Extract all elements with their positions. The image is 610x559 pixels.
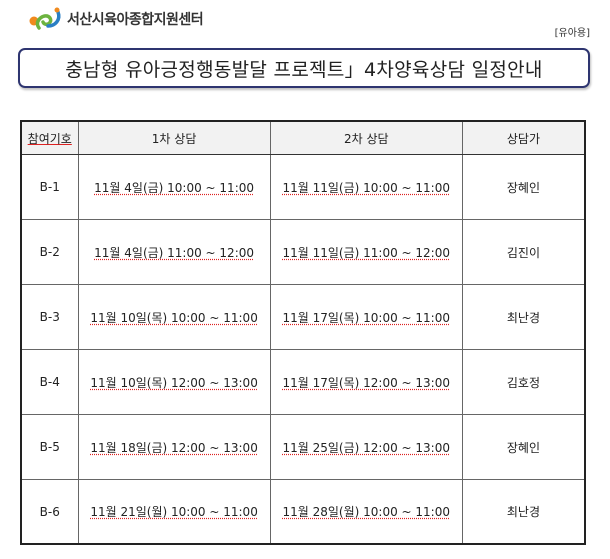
logo-mark-icon [29,7,61,30]
second-session-time: 11월 28일(월) 10:00 ~ 11:00 [269,479,463,545]
participant-id: B-4 [20,349,79,415]
counselor-name: 장혜인 [461,154,586,220]
first-session-time: 11월 4일(금) 11:00 ~ 12:00 [77,219,271,285]
schedule-table: 참여기호 1차 상담 2차 상담 상담가 B-1 11월 4일(금) 10:00… [20,120,586,545]
title-box: 충남형 유아긍정행동발달 프로젝트」4차양육상담 일정안내 [18,48,590,88]
header-participant-id: 참여기호 [20,120,79,155]
page-title: 충남형 유아긍정행동발달 프로젝트」4차양육상담 일정안내 [65,58,543,81]
first-session-time: 11월 18일(금) 12:00 ~ 13:00 [77,414,271,480]
table-row: B-4 11월 10일(목) 12:00 ~ 13:00 11월 17일(목) … [20,349,586,415]
header-counselor: 상담가 [461,120,586,155]
second-session-time: 11월 25일(금) 12:00 ~ 13:00 [269,414,463,480]
first-session-time: 11월 10일(목) 12:00 ~ 13:00 [77,349,271,415]
header-first-session: 1차 상담 [77,120,271,155]
participant-id: B-3 [20,284,79,350]
first-session-time: 11월 4일(금) 10:00 ~ 11:00 [77,154,271,220]
second-session-time: 11월 17일(목) 12:00 ~ 13:00 [269,349,463,415]
table-row: B-6 11월 21일(월) 10:00 ~ 11:00 11월 28일(월) … [20,479,586,545]
audience-tag: [유아용] [554,28,590,39]
counselor-name: 최난경 [461,479,586,545]
counselor-name: 김진이 [461,219,586,285]
table-row: B-2 11월 4일(금) 11:00 ~ 12:00 11월 11일(금) 1… [20,219,586,285]
center-logo: 서산시육아종합지원센터 [28,6,204,32]
logo-text: 서산시육아종합지원센터 [67,12,204,28]
table-row: B-3 11월 10일(목) 10:00 ~ 11:00 11월 17일(목) … [20,284,586,350]
participant-id: B-6 [20,479,79,545]
first-session-time: 11월 10일(목) 10:00 ~ 11:00 [77,284,271,350]
table-header-row: 참여기호 1차 상담 2차 상담 상담가 [20,120,586,155]
counselor-name: 김호정 [461,349,586,415]
participant-id: B-2 [20,219,79,285]
counselor-name: 장혜인 [461,414,586,480]
participant-id: B-1 [20,154,79,220]
participant-id: B-5 [20,414,79,480]
header-second-session: 2차 상담 [269,120,463,155]
second-session-time: 11월 17일(목) 10:00 ~ 11:00 [269,284,463,350]
first-session-time: 11월 21일(월) 10:00 ~ 11:00 [77,479,271,545]
table-row: B-5 11월 18일(금) 12:00 ~ 13:00 11월 25일(금) … [20,414,586,480]
second-session-time: 11월 11일(금) 10:00 ~ 11:00 [269,154,463,220]
second-session-time: 11월 11일(금) 11:00 ~ 12:00 [269,219,463,285]
table-row: B-1 11월 4일(금) 10:00 ~ 11:00 11월 11일(금) 1… [20,154,586,220]
counselor-name: 최난경 [461,284,586,350]
